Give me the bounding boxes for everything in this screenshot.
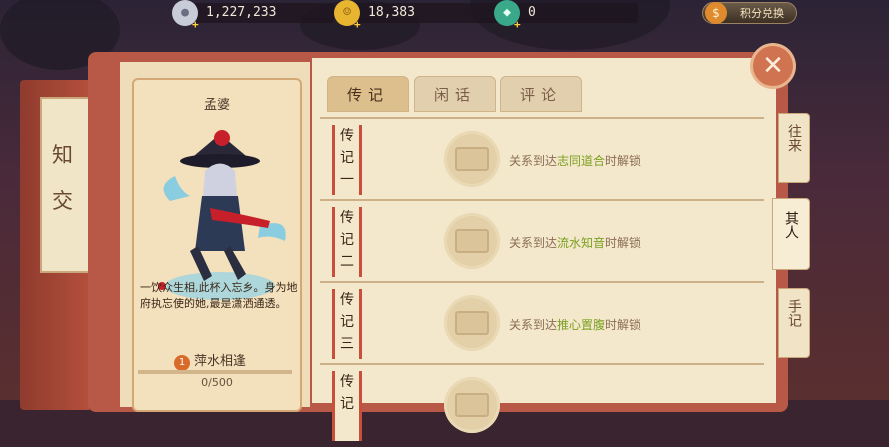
gold-value: 18,383 bbox=[368, 5, 415, 20]
side-tab-interactions-label: 往来 bbox=[786, 124, 802, 152]
biography-row[interactable]: 传记三 关系到达推心置腹时解锁 bbox=[320, 281, 764, 365]
biography-row[interactable]: 传记一 关系到达志同道合时解锁 bbox=[320, 117, 764, 201]
add-jade-icon[interactable]: + bbox=[514, 15, 521, 35]
unlock-condition: 关系到达志同道合时解锁 bbox=[509, 154, 642, 168]
side-tab-notes-label: 手记 bbox=[786, 299, 802, 327]
unlock-condition: 关系到达推心置腹时解锁 bbox=[509, 318, 642, 332]
bond-progress-bar bbox=[138, 370, 292, 374]
currency-bar: ● + 1,227,233 ☺ + 18,383 ◆ + 0 $ 积分兑换 bbox=[0, 0, 889, 31]
friend-tab[interactable]: 知 交 bbox=[40, 97, 90, 273]
friend-tab-char-1: 知 bbox=[52, 143, 73, 167]
biography-row[interactable]: 传记二 关系到达流水知音时解锁 bbox=[320, 199, 764, 283]
character-card: 孟婆 一饮众生相,此杯入忘乡。身为地府执忘使的她,最是潇洒通透。 1 萍水相逢 0… bbox=[132, 78, 302, 412]
close-button[interactable]: ✕ bbox=[753, 46, 793, 86]
locked-scroll-icon bbox=[444, 377, 500, 433]
biography-label: 传记 bbox=[332, 371, 362, 441]
character-description: 一饮众生相,此杯入忘乡。身为地府执忘使的她,最是潇洒通透。 bbox=[140, 281, 298, 310]
biography-label: 传记一 bbox=[332, 125, 362, 195]
jade-currency: ◆ + 0 bbox=[494, 0, 638, 31]
biography-label: 传记二 bbox=[332, 207, 362, 277]
side-tab-interactions[interactable]: 往来 bbox=[778, 113, 810, 183]
add-silver-icon[interactable]: + bbox=[192, 15, 199, 35]
locked-scroll-icon bbox=[444, 213, 500, 269]
gold-currency: ☺ + 18,383 bbox=[334, 0, 506, 31]
bond-label: 萍水相逢 bbox=[194, 354, 247, 369]
biography-label: 传记三 bbox=[332, 289, 362, 359]
jade-value: 0 bbox=[528, 5, 536, 20]
tab-biography[interactable]: 传记 bbox=[327, 76, 409, 112]
points-exchange-button[interactable]: $ 积分兑换 bbox=[702, 2, 797, 24]
friend-tab-char-2: 交 bbox=[52, 189, 73, 213]
character-name: 孟婆 bbox=[203, 98, 230, 113]
side-tab-notes[interactable]: 手记 bbox=[778, 288, 810, 358]
heart-icon: 1 bbox=[174, 355, 190, 371]
add-gold-icon[interactable]: + bbox=[354, 15, 361, 35]
locked-scroll-icon bbox=[444, 295, 500, 351]
side-tab-profile[interactable]: 其人 bbox=[772, 198, 810, 270]
side-tab-profile-label: 其人 bbox=[783, 211, 799, 239]
bond-progress-value: 0/500 bbox=[201, 376, 233, 389]
unlock-condition: 关系到达流水知音时解锁 bbox=[509, 236, 642, 250]
silver-currency: ● + 1,227,233 bbox=[172, 0, 334, 31]
bond-level: 1 萍水相逢 bbox=[174, 350, 246, 371]
points-exchange-label: 积分兑换 bbox=[740, 7, 784, 20]
locked-scroll-icon bbox=[444, 131, 500, 187]
silver-value: 1,227,233 bbox=[206, 5, 277, 20]
money-bag-icon: $ bbox=[705, 2, 727, 24]
tab-gossip[interactable]: 闲话 bbox=[414, 76, 496, 112]
tab-comments[interactable]: 评论 bbox=[500, 76, 582, 112]
close-icon: ✕ bbox=[762, 51, 784, 81]
biography-row[interactable]: 传记 bbox=[320, 363, 764, 447]
